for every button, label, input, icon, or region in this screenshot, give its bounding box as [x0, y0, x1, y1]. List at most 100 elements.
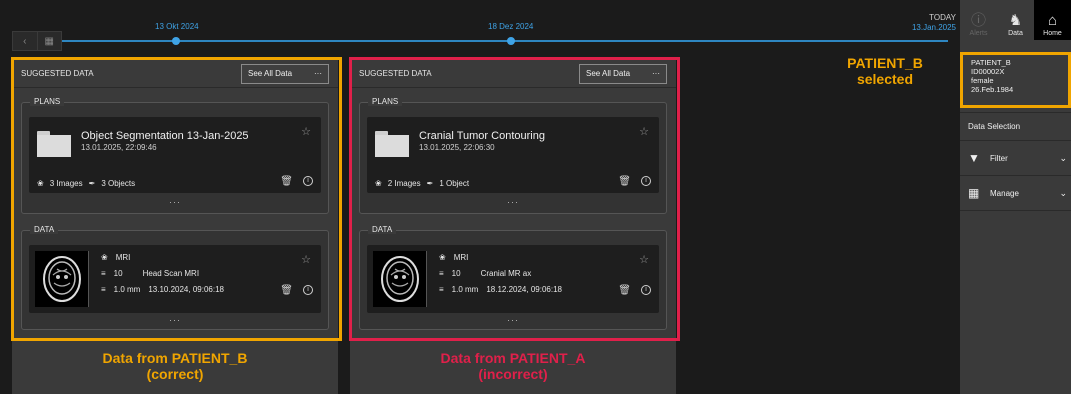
slice-icon: ≡: [439, 285, 444, 294]
trash-icon[interactable]: 🗑: [618, 285, 631, 296]
patient-info[interactable]: PATIENT_B ID00002X female 26.Feb.1984: [960, 52, 1071, 108]
series-description: Cranial MR ax: [480, 269, 532, 278]
plan-meta: ❀ 2 Images ✒ 1 Object: [375, 179, 469, 188]
column-header: SUGGESTED DATA See All Data ···: [12, 60, 338, 88]
data-actions: 🗑 i: [618, 285, 651, 296]
series-description: Head Scan MRI: [142, 269, 200, 278]
data-label: DATA: [368, 225, 397, 234]
data-group: DATA ❀ MRI ≡ 10 Head Scan MRI ≡ 1.0 mm 1…: [21, 225, 329, 330]
home-button[interactable]: ⌂ Home: [1034, 0, 1071, 40]
manage-label: Manage: [990, 188, 1019, 198]
annotation-correct-line2: (correct): [146, 366, 204, 382]
patient-dob: 26.Feb.1984: [971, 85, 1014, 94]
plans-label: PLANS: [368, 97, 403, 106]
plan-title: Cranial Tumor Contouring: [419, 130, 545, 142]
annotation-incorrect: Data from PATIENT_A (incorrect): [350, 350, 676, 382]
alerts-button[interactable]: ⓘ Alerts: [960, 0, 997, 40]
data-more-button[interactable]: ···: [22, 315, 328, 325]
plans-group: PLANS Cranial Tumor Contouring 13.01.202…: [359, 97, 667, 214]
alerts-label: Alerts: [969, 30, 988, 37]
plan-objects: 1 Object: [439, 179, 470, 188]
plan-card[interactable]: Object Segmentation 13-Jan-2025 13.01.20…: [29, 117, 321, 193]
plans-more-button[interactable]: ···: [22, 197, 328, 207]
plans-more-button[interactable]: ···: [360, 197, 666, 207]
modality-line: ❀ MRI: [101, 253, 130, 262]
see-all-data-button[interactable]: See All Data ···: [241, 63, 329, 84]
trash-icon[interactable]: 🗑: [280, 285, 293, 296]
divider: [960, 175, 1071, 176]
trash-icon[interactable]: 🗑: [280, 176, 293, 187]
star-icon[interactable]: ☆: [301, 253, 311, 266]
plan-images: 3 Images: [49, 179, 83, 188]
see-all-label: See All Data: [586, 69, 631, 78]
info-icon[interactable]: i: [641, 176, 651, 186]
timeline-line: [62, 40, 948, 42]
plan-meta: ❀ 3 Images ✒ 3 Objects: [37, 179, 135, 188]
patient-id: ID00002X: [971, 67, 1005, 76]
timeline-marker-2[interactable]: [507, 37, 515, 45]
info-icon[interactable]: i: [303, 176, 313, 186]
annotation-incorrect-line2: (incorrect): [478, 366, 548, 382]
see-all-label: See All Data: [248, 69, 293, 78]
timeline-marker-1[interactable]: [172, 37, 180, 45]
more-icon: ···: [652, 69, 660, 78]
info-icon[interactable]: i: [641, 285, 651, 295]
stack-icon: ≡: [439, 269, 444, 278]
modality: MRI: [115, 253, 131, 262]
divider: [960, 112, 1071, 113]
selected-note-line1: PATIENT_B: [847, 55, 923, 71]
timeline-date-1: 13 Okt 2024: [155, 22, 199, 31]
mri-thumbnail: [373, 251, 427, 307]
plan-datetime: 13.01.2025, 22:06:30: [419, 143, 495, 152]
star-icon[interactable]: ☆: [639, 253, 649, 266]
annotation-correct-line1: Data from PATIENT_B: [102, 350, 248, 366]
suggested-data-column-2: SUGGESTED DATA See All Data ··· PLANS Cr…: [350, 60, 676, 394]
filter-menu-item[interactable]: ▼ Filter ⌄: [968, 148, 1067, 168]
data-card[interactable]: ❀ MRI ≡ 10 Head Scan MRI ≡ 1.0 mm 13.10.…: [29, 245, 321, 313]
data-button[interactable]: ♞ Data: [997, 0, 1034, 40]
today-label: TODAY: [929, 13, 956, 22]
timeline-nav: ‹ ▦: [12, 31, 62, 51]
patient-sex: female: [971, 76, 994, 85]
data-actions: 🗑 i: [280, 285, 313, 296]
trash-icon[interactable]: 🗑: [618, 176, 631, 187]
modality-icon: ❀: [439, 253, 446, 262]
plan-card[interactable]: Cranial Tumor Contouring 13.01.2025, 22:…: [367, 117, 659, 193]
star-icon[interactable]: ☆: [639, 125, 649, 138]
data-more-button[interactable]: ···: [360, 315, 666, 325]
more-icon: ···: [314, 69, 322, 78]
plan-images: 2 Images: [387, 179, 421, 188]
back-icon[interactable]: ‹: [13, 32, 37, 50]
selected-note-line2: selected: [856, 71, 914, 87]
mri-thumbnail: [35, 251, 89, 307]
modality: MRI: [453, 253, 469, 262]
home-icon: ⌂: [1047, 12, 1058, 29]
see-all-data-button[interactable]: See All Data ···: [579, 63, 667, 84]
home-label: Home: [1043, 30, 1062, 37]
image-count: 10: [113, 269, 123, 278]
right-sidebar: ⓘ Alerts ♞ Data ⌂ Home PATIENT_B ID00002…: [960, 0, 1071, 394]
column-title: SUGGESTED DATA: [21, 69, 94, 78]
plan-title: Object Segmentation 13-Jan-2025: [81, 130, 249, 142]
chevron-down-icon: ⌄: [1059, 152, 1067, 163]
filter-icon: ▼: [968, 151, 980, 165]
modality-icon: ❀: [101, 253, 108, 262]
divider: [960, 140, 1071, 141]
folder-icon: [375, 131, 409, 157]
section-label: Data Selection: [968, 121, 1021, 131]
today-marker: TODAY 13.Jan.2025: [912, 13, 956, 33]
star-icon[interactable]: ☆: [301, 125, 311, 138]
manage-menu-item[interactable]: ▦ Manage ⌄: [968, 183, 1067, 203]
calendar-icon[interactable]: ▦: [36, 32, 62, 50]
column-title: SUGGESTED DATA: [359, 69, 432, 78]
info-icon[interactable]: i: [303, 285, 313, 295]
series-datetime: 13.10.2024, 09:06:18: [148, 285, 224, 294]
data-nav-label: Data: [1008, 30, 1023, 37]
slice-thickness: 1.0 mm: [113, 285, 141, 294]
filter-label: Filter: [990, 153, 1008, 163]
alerts-icon: ⓘ: [970, 12, 986, 29]
series-datetime: 18.12.2024, 09:06:18: [486, 285, 562, 294]
data-card[interactable]: ❀ MRI ≡ 10 Cranial MR ax ≡ 1.0 mm 18.12.…: [367, 245, 659, 313]
stack-icon: ≡: [101, 269, 106, 278]
folder-icon: [37, 131, 71, 157]
